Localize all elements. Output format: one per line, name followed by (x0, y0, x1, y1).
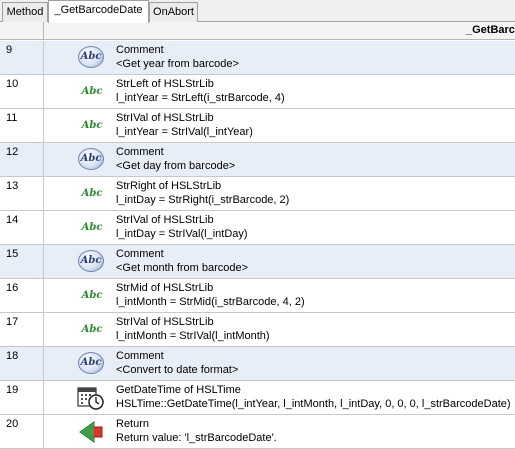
step-detail: l_intDay = StrRight(i_strBarcode, 2) (116, 194, 290, 206)
step-number: 9 (0, 41, 44, 75)
tab-onabort[interactable]: OnAbort (149, 2, 198, 22)
tab-getbarcodedate[interactable]: _GetBarcodeDate (48, 0, 149, 23)
step-detail: <Get year from barcode> (116, 58, 239, 70)
comment-abc-icon: Abc (76, 147, 106, 173)
step-detail: <Get month from barcode> (116, 262, 249, 274)
step-number: 13 (0, 177, 44, 211)
step-row[interactable]: 16 Abc StrMid of HSLStrLib l_intMonth = Str… (0, 279, 515, 313)
step-detail: Return value: 'l_strBarcodeDate'. (116, 432, 277, 444)
step-title: Return (116, 418, 150, 430)
comment-abc-icon: Abc (76, 249, 106, 275)
step-number: 11 (0, 109, 44, 143)
step-number: 12 (0, 143, 44, 177)
step-number: 18 (0, 347, 44, 381)
string-abc-icon: Abc (81, 290, 103, 301)
tab-bar: Method _GetBarcodeDate OnAbort (0, 0, 515, 23)
step-title: Comment (116, 350, 164, 362)
step-title: StrLeft of HSLStrLib (116, 78, 214, 90)
step-row[interactable]: 14 Abc StrIVal of HSLStrLib l_intDay = StrI… (0, 211, 515, 245)
comment-abc-icon: Abc (76, 351, 106, 377)
step-number: 20 (0, 415, 44, 449)
step-number: 19 (0, 381, 44, 415)
step-detail: l_intYear = StrLeft(i_strBarcode, 4) (116, 92, 285, 104)
step-row[interactable]: 9 Abc Comment <Get year from barcode> (0, 41, 515, 75)
string-abc-icon: Abc (81, 86, 103, 97)
step-detail: <Convert to date format> (116, 364, 239, 376)
step-row[interactable]: 10 Abc StrLeft of HSLStrLib l_intYear = Str… (0, 75, 515, 109)
step-detail: l_intMonth = StrMid(i_strBarcode, 4, 2) (116, 296, 305, 308)
step-number: 15 (0, 245, 44, 279)
step-row[interactable]: 20 Return Return value: 'l_strBarcodeDate'… (0, 415, 515, 449)
step-row[interactable]: 15 Abc Comment <Get month from barcode> (0, 245, 515, 279)
step-title: Comment (116, 248, 164, 260)
step-detail: l_intYear = StrIVal(l_intYear) (116, 126, 253, 138)
comment-abc-icon: Abc (76, 45, 106, 71)
string-abc-icon: Abc (81, 120, 103, 131)
step-number: 10 (0, 75, 44, 109)
header-number-column (0, 22, 44, 40)
string-abc-icon: Abc (81, 222, 103, 233)
step-row[interactable]: 11 Abc StrIVal of HSLStrLib l_intYear = Str… (0, 109, 515, 143)
step-row[interactable]: 19 GetDateTime of HSLTimeHSLTime::GetDate… (0, 381, 515, 415)
step-title: StrRight of HSLStrLib (116, 180, 222, 192)
step-row[interactable]: 13 Abc StrRight of HSLStrLib l_intDay = Str… (0, 177, 515, 211)
string-abc-icon: Abc (81, 324, 103, 335)
step-detail: l_intMonth = StrIVal(l_intMonth) (116, 330, 270, 342)
step-title: StrIVal of HSLStrLib (116, 112, 214, 124)
step-detail: <Get day from barcode> (116, 160, 236, 172)
header-title: _GetBarco (466, 24, 515, 36)
step-row[interactable]: 18 Abc Comment <Convert to date format> (0, 347, 515, 381)
string-abc-icon: Abc (81, 188, 103, 199)
step-title: Comment (116, 146, 164, 158)
step-row[interactable]: 12 Abc Comment <Get day from barcode> (0, 143, 515, 177)
step-grid: _GetBarco 9 Abc Comment <Get year from barc… (0, 22, 515, 449)
step-title: StrIVal of HSLStrLib (116, 214, 214, 226)
step-title: GetDateTime of HSLTime (116, 384, 241, 396)
grid-header: _GetBarco (0, 22, 515, 40)
step-number: 17 (0, 313, 44, 347)
step-title: StrIVal of HSLStrLib (116, 316, 214, 328)
step-title: Comment (116, 44, 164, 56)
return-arrow-icon (76, 419, 106, 445)
step-number: 14 (0, 211, 44, 245)
step-row[interactable]: 17 Abc StrIVal of HSLStrLib l_intMonth = St… (0, 313, 515, 347)
step-detail: HSLTime::GetDateTime(l_intYear, l_intMon… (116, 398, 511, 410)
calendar-clock-icon (76, 385, 106, 411)
step-title: StrMid of HSLStrLib (116, 282, 214, 294)
step-detail: l_intDay = StrIVal(l_intDay) (116, 228, 248, 240)
tab-method[interactable]: Method (2, 2, 48, 22)
step-number: 16 (0, 279, 44, 313)
